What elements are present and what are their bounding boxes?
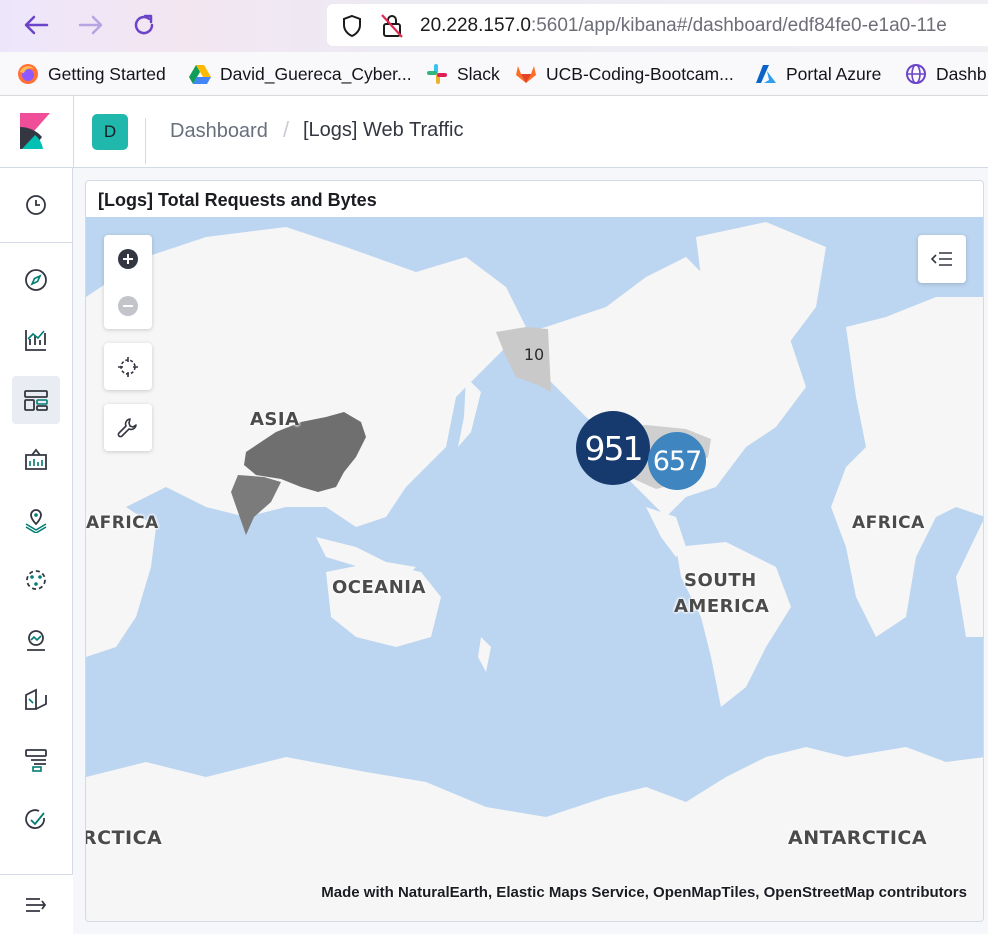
nav-ml[interactable] <box>12 556 60 604</box>
zoom-out-button[interactable] <box>104 282 152 329</box>
plus-circle-icon <box>118 248 138 269</box>
kibana-header: D Dashboard / [Logs] Web Traffic <box>0 96 988 168</box>
fit-bounds-control <box>104 343 152 390</box>
map-label-antarctica-right: ANTARCTICA <box>788 827 928 849</box>
menu-collapse-icon <box>26 898 47 912</box>
bookmark-slack[interactable]: Slack <box>426 62 500 86</box>
nav-siem[interactable] <box>12 676 60 724</box>
firefox-icon <box>18 64 38 84</box>
tools-button[interactable] <box>104 404 152 451</box>
map-label-america: AMERICA <box>674 596 770 617</box>
nav-visualize[interactable] <box>12 316 60 364</box>
bookmark-azure[interactable]: Portal Azure <box>755 62 881 86</box>
nav-recent[interactable] <box>12 181 60 229</box>
nav-dashboard[interactable] <box>12 376 60 424</box>
map-label-africa-left: AFRICA <box>86 513 159 533</box>
breadcrumb-dashboard[interactable]: Dashboard <box>170 120 268 143</box>
cluster-usa-west[interactable]: 951 <box>576 411 650 485</box>
url-bar[interactable]: 20.228.157.0:5601/app/kibana#/dashboard/… <box>327 4 988 46</box>
browser-toolbar: 20.228.157.0:5601/app/kibana#/dashboard/… <box>0 0 988 52</box>
cluster-alaska[interactable]: 10 <box>514 334 554 374</box>
shield-icon[interactable] <box>341 14 363 38</box>
bookmark-getting-started[interactable]: Getting Started <box>17 62 166 86</box>
collapse-nav-button[interactable] <box>12 881 60 929</box>
map-view[interactable]: ASIA AFRICA AFRICA OCEANIA SOUTH AMERICA… <box>86 217 983 921</box>
map-label-antarctica-left: RCTICA <box>86 827 163 849</box>
space-avatar[interactable]: D <box>92 114 128 150</box>
layer-control-button[interactable] <box>918 235 966 283</box>
back-button[interactable] <box>21 10 51 40</box>
url-text[interactable]: 20.228.157.0:5601/app/kibana#/dashboard/… <box>420 15 947 37</box>
fit-to-data-button[interactable] <box>104 343 152 390</box>
breadcrumb-separator: / <box>283 117 290 142</box>
nav-bottom <box>0 874 73 934</box>
canvas-icon <box>25 448 47 470</box>
list-add-icon <box>930 252 952 266</box>
gitlab-icon <box>516 66 536 83</box>
header-divider <box>73 96 74 168</box>
zoom-controls <box>104 235 152 329</box>
slack-icon <box>427 64 447 84</box>
security-app-icon <box>25 688 47 710</box>
visualize-icon <box>25 330 46 351</box>
breadcrumb-current: [Logs] Web Traffic <box>303 119 464 141</box>
compass-icon <box>25 269 47 291</box>
globe-icon <box>906 64 926 84</box>
map-attribution[interactable]: Made with NaturalEarth, Elastic Maps Ser… <box>321 884 967 901</box>
clock-icon <box>26 195 46 215</box>
monitoring-icon <box>25 809 45 829</box>
map-label-oceania: OCEANIA <box>332 577 426 598</box>
minus-circle-icon <box>118 295 138 316</box>
reload-button[interactable] <box>129 10 159 40</box>
machine-learning-icon <box>26 570 46 590</box>
crosshair-icon <box>118 356 138 377</box>
google-drive-icon <box>189 65 211 84</box>
forward-arrow-icon <box>78 15 103 35</box>
map-label-south: SOUTH <box>684 570 757 591</box>
azure-icon <box>756 65 776 83</box>
insecure-lock-icon[interactable] <box>380 13 404 39</box>
bookmark-dashboard[interactable]: Dashb <box>905 62 987 86</box>
header-divider <box>145 118 146 164</box>
world-map-basemap <box>86 222 983 921</box>
map-panel: [Logs] Total Requests and Bytes ASIA AFR… <box>85 180 984 922</box>
wrench-icon <box>117 417 137 437</box>
map-label-africa-right: AFRICA <box>852 513 925 533</box>
back-arrow-icon <box>24 15 49 35</box>
bookmark-drive[interactable]: David_Guereca_Cyber... <box>189 62 412 86</box>
cluster-usa-east[interactable]: 657 <box>648 432 706 490</box>
tools-control <box>104 404 152 451</box>
bookmarks-bar: Getting Started David_Guereca_Cyber... S… <box>0 52 988 96</box>
bookmark-gitlab[interactable]: UCB-Coding-Bootcam... <box>515 62 734 86</box>
dev-tools-icon <box>25 749 47 772</box>
zoom-in-button[interactable] <box>104 235 152 282</box>
maps-icon <box>25 509 47 533</box>
forward-button[interactable] <box>76 10 106 40</box>
panel-title: [Logs] Total Requests and Bytes <box>98 190 377 210</box>
dashboard-icon <box>24 390 48 411</box>
nav-discover[interactable] <box>12 256 60 304</box>
nav-monitoring[interactable] <box>12 796 60 844</box>
nav-dev-tools[interactable] <box>12 736 60 784</box>
map-label-asia: ASIA <box>250 409 300 430</box>
side-nav <box>0 168 73 934</box>
nav-uptime[interactable] <box>12 616 60 664</box>
nav-divider <box>0 242 73 243</box>
reload-icon <box>134 14 154 35</box>
kibana-logo-icon[interactable] <box>20 113 50 149</box>
nav-canvas[interactable] <box>12 436 60 484</box>
observability-icon <box>27 630 45 651</box>
nav-maps[interactable] <box>12 496 60 544</box>
